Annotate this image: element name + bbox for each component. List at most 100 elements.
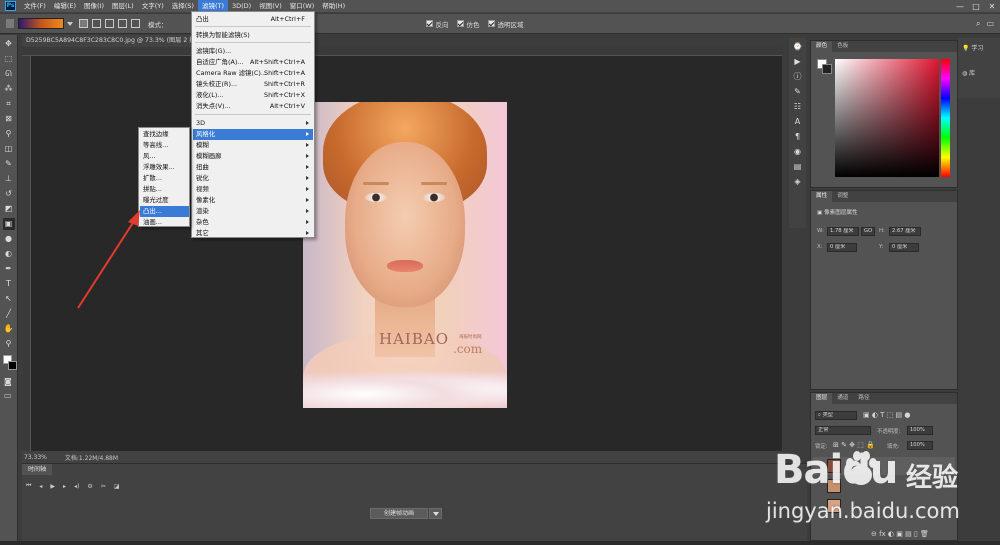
document-tab[interactable]: D5259BC5A894C8F3C283C8C0.jpg @ 73.3% (图层…: [22, 35, 206, 47]
angle-gradient-icon[interactable]: [105, 19, 114, 28]
dither-checkbox[interactable]: [456, 20, 464, 27]
brush-tool-icon[interactable]: ✎: [3, 158, 15, 170]
brush-settings-icon[interactable]: ✎: [792, 86, 804, 98]
filter-noise[interactable]: 杂色: [193, 217, 313, 228]
path-selection-tool-icon[interactable]: ↖: [3, 293, 15, 305]
color-picker-field[interactable]: [835, 59, 939, 177]
filter-3d[interactable]: 3D: [193, 118, 313, 129]
hue-slider[interactable]: [941, 59, 950, 177]
menu-help[interactable]: 帮助(H): [318, 0, 349, 13]
x-field[interactable]: 0 厘米: [827, 243, 857, 252]
gradient-picker[interactable]: [18, 18, 64, 29]
history-icon[interactable]: ⌚: [792, 41, 804, 53]
close-window-button[interactable]: ✕: [984, 2, 1000, 11]
color-bg-swatch[interactable]: [822, 64, 832, 74]
eyedropper-tool-icon[interactable]: ⚲: [3, 128, 15, 140]
tab-swatches[interactable]: 色板: [832, 41, 853, 52]
width-field[interactable]: 1.78 厘米: [827, 227, 859, 236]
marquee-tool-icon[interactable]: ⬚: [3, 53, 15, 65]
diamond-gradient-icon[interactable]: [131, 19, 140, 28]
tab-paths[interactable]: 路径: [853, 393, 874, 404]
settings-icon[interactable]: ⚙: [87, 483, 92, 490]
filter-gallery[interactable]: 滤镜库(G)...: [193, 46, 313, 57]
hand-tool-icon[interactable]: ✋: [3, 323, 15, 335]
quick-mask-icon[interactable]: ◙: [4, 377, 12, 386]
lasso-tool-icon[interactable]: ᘏ: [3, 68, 15, 80]
stylize-emboss[interactable]: 浮雕效果...: [140, 162, 189, 173]
learn-button[interactable]: 💡 学习: [962, 43, 983, 52]
first-frame-icon[interactable]: ⏮: [26, 482, 31, 490]
timeline-tab[interactable]: 时间轴: [22, 464, 52, 475]
tab-properties[interactable]: 属性: [811, 191, 833, 202]
filter-render[interactable]: 渲染: [193, 206, 313, 217]
filter-blur-gallery[interactable]: 模糊画廊: [193, 151, 313, 162]
stylize-diffuse[interactable]: 扩散...: [140, 173, 189, 184]
blur-tool-icon[interactable]: ●: [3, 233, 15, 245]
link-dimensions-button[interactable]: GO: [861, 227, 875, 236]
adjustments-icon[interactable]: ☷: [792, 101, 804, 113]
layer-kind-filter[interactable]: ⌕ 类型: [815, 411, 857, 420]
filter-distort[interactable]: 扭曲: [193, 162, 313, 173]
play-icon[interactable]: ▶: [50, 483, 55, 490]
filter-blur[interactable]: 模糊: [193, 140, 313, 151]
menu-edit[interactable]: 编辑(E): [50, 0, 80, 13]
height-field[interactable]: 2.67 厘米: [889, 227, 921, 236]
y-field[interactable]: 0 厘米: [889, 243, 919, 252]
workspace-icon[interactable]: ▭: [986, 19, 994, 28]
healing-brush-tool-icon[interactable]: ◫: [3, 143, 15, 155]
crop-tool-icon[interactable]: ⌗: [3, 98, 15, 110]
move-tool-icon[interactable]: ✥: [3, 38, 15, 50]
transparency-checkbox[interactable]: [487, 20, 495, 27]
tab-layers[interactable]: 图层: [811, 393, 833, 404]
split-icon[interactable]: ✂: [101, 483, 106, 490]
tab-channels[interactable]: 通道: [832, 393, 853, 404]
prev-frame-icon[interactable]: ◂: [39, 483, 42, 490]
eraser-tool-icon[interactable]: ◩: [3, 203, 15, 215]
stylize-find-edges[interactable]: 查找边缘: [140, 129, 189, 140]
tab-adjustments[interactable]: 调整: [832, 191, 853, 202]
line-tool-icon[interactable]: ╱: [3, 308, 15, 320]
paragraph-icon[interactable]: ¶: [792, 131, 804, 143]
pen-tool-icon[interactable]: ✒: [3, 263, 15, 275]
info-icon[interactable]: ⓘ: [792, 71, 804, 83]
filter-last-extrude[interactable]: 凸出 Alt+Ctrl+F: [193, 14, 313, 25]
reflected-gradient-icon[interactable]: [118, 19, 127, 28]
actions-icon[interactable]: ▶: [792, 56, 804, 68]
filter-stylize[interactable]: 风格化: [193, 129, 313, 140]
type-tool-icon[interactable]: T: [3, 278, 15, 290]
tool-preset-icon[interactable]: [6, 19, 14, 28]
filter-video[interactable]: 视频: [193, 184, 313, 195]
menu-type[interactable]: 文字(Y): [138, 0, 168, 13]
audio-icon[interactable]: ◂): [74, 483, 79, 490]
stylize-tiles[interactable]: 拼贴...: [140, 184, 189, 195]
create-animation-dropdown[interactable]: [429, 508, 442, 519]
radial-gradient-icon[interactable]: [92, 19, 101, 28]
layer-filter-icons[interactable]: ▣ ◐ T ⬚ ▤ ●: [863, 411, 910, 419]
history-brush-tool-icon[interactable]: ↺: [3, 188, 15, 200]
clone-source-icon[interactable]: ◉: [792, 146, 804, 158]
zoom-tool-icon[interactable]: ⚲: [3, 338, 15, 350]
filter-camera-raw[interactable]: Camera Raw 滤镜(C)... Shift+Ctrl+A: [193, 68, 313, 79]
document-image[interactable]: HAIBAO 海报时尚网 .com: [303, 102, 507, 408]
filter-vanishing-point[interactable]: 消失点(V)... Alt+Ctrl+V: [193, 101, 313, 112]
3d-icon[interactable]: ◈: [792, 176, 804, 188]
character-icon[interactable]: A: [792, 116, 804, 128]
foreground-background-swatches[interactable]: [3, 355, 17, 371]
filter-pixelate[interactable]: 像素化: [193, 195, 313, 206]
frame-tool-icon[interactable]: ⊠: [3, 113, 15, 125]
libraries-button[interactable]: ◍ 库: [962, 68, 975, 77]
filter-convert-smart[interactable]: 转换为智能滤镜(S): [193, 30, 313, 41]
blend-mode-select[interactable]: 正常: [815, 426, 871, 435]
reverse-checkbox[interactable]: [425, 20, 433, 27]
filter-liquify[interactable]: 液化(L)... Shift+Ctrl+X: [193, 90, 313, 101]
zoom-level[interactable]: 73.33%: [24, 454, 47, 461]
menu-image[interactable]: 图像(I): [80, 0, 108, 13]
transition-icon[interactable]: ◪: [114, 483, 120, 490]
filter-lens-correction[interactable]: 镜头校正(R)... Shift+Ctrl+R: [193, 79, 313, 90]
create-frame-animation-button[interactable]: 创建帧动画: [370, 508, 428, 519]
maximize-button[interactable]: □: [968, 2, 984, 11]
stylize-wind[interactable]: 风...: [140, 151, 189, 162]
menu-file[interactable]: 文件(F): [20, 0, 50, 13]
filter-other[interactable]: 其它: [193, 228, 313, 239]
glyphs-icon[interactable]: ▤: [792, 161, 804, 173]
